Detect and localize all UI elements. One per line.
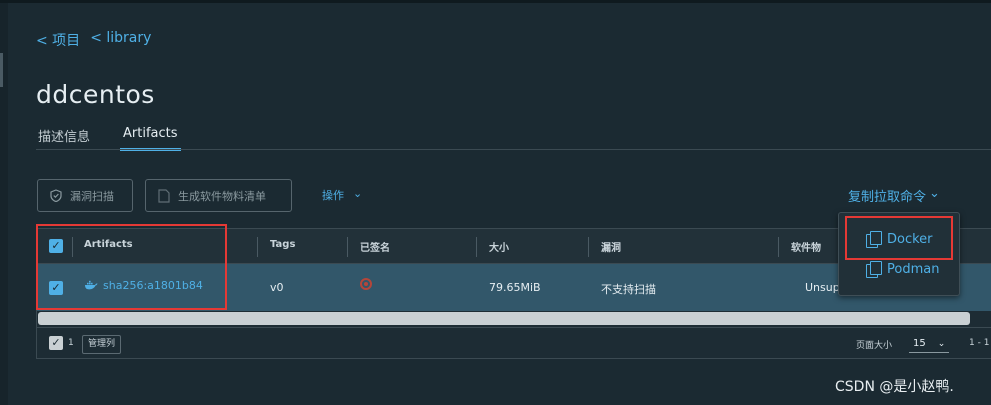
breadcrumb: < 项目 < library <box>36 30 151 50</box>
left-rail <box>0 3 8 405</box>
column-separator[interactable] <box>476 237 477 257</box>
shield-icon <box>50 189 62 202</box>
column-header-vulnerabilities[interactable]: 漏洞 <box>601 239 621 254</box>
generate-sbom-label: 生成软件物料清单 <box>178 189 266 203</box>
column-separator[interactable] <box>588 237 589 257</box>
menu-item-podman[interactable]: Podman <box>866 261 940 278</box>
document-icon <box>158 188 170 203</box>
scan-button[interactable]: 漏洞扫描 <box>37 179 133 212</box>
tab-artifacts[interactable]: Artifacts <box>120 126 181 151</box>
watermark: CSDN @是小赵鸭. <box>835 379 954 395</box>
page-title: ddcentos <box>36 80 155 109</box>
generate-sbom-button[interactable]: 生成软件物料清单 <box>145 179 292 212</box>
column-header-size[interactable]: 大小 <box>489 239 509 254</box>
manage-columns-button[interactable]: 管理列 <box>82 335 122 354</box>
rail-handle[interactable] <box>0 53 3 87</box>
selected-count: 1 <box>68 338 74 348</box>
copy-pull-command-label: 复制拉取命令 <box>848 190 927 205</box>
chevron-down-icon: ⌄ <box>929 186 940 201</box>
copy-icon <box>866 261 882 278</box>
page-size-label: 页面大小 <box>856 341 893 351</box>
column-header-sbom[interactable]: 软件物 <box>791 239 821 254</box>
column-header-signed[interactable]: 已签名 <box>360 239 390 254</box>
chevron-down-icon: ⌄ <box>937 338 946 349</box>
chevron-down-icon: ⌄ <box>353 187 363 200</box>
tab-bar: 描述信息 Artifacts <box>36 126 181 151</box>
tabs-divider <box>36 149 991 150</box>
size-cell: 79.65MiB <box>489 281 541 294</box>
tab-description[interactable]: 描述信息 <box>36 126 92 151</box>
scan-button-label: 漏洞扫描 <box>70 189 114 203</box>
unsigned-status-icon <box>360 278 372 290</box>
vulnerabilities-cell: 不支持扫描 <box>601 283 656 296</box>
page-size-value: 15 <box>913 338 926 349</box>
table-footer: ✓ 1 管理列 页面大小 15 ⌄ 1 - 1 <box>37 327 991 359</box>
column-separator[interactable] <box>778 237 779 257</box>
actions-dropdown[interactable]: 操作 ⌄ <box>322 187 362 203</box>
breadcrumb-projects-link[interactable]: < 项目 <box>36 30 80 50</box>
top-bar <box>0 0 991 3</box>
column-separator[interactable] <box>347 237 348 257</box>
selection-checkbox[interactable]: ✓ <box>49 336 63 350</box>
pagination-range: 1 - 1 <box>969 338 990 348</box>
highlight-box-artifacts <box>36 224 227 310</box>
page-size-select[interactable]: 15 ⌄ <box>909 335 949 353</box>
column-separator[interactable] <box>257 237 258 257</box>
horizontal-scrollbar[interactable] <box>38 312 970 325</box>
highlight-box-docker <box>845 216 953 260</box>
tags-cell: v0 <box>270 281 284 294</box>
sbom-cell: Unsup <box>805 281 840 294</box>
menu-item-podman-label: Podman <box>887 261 940 277</box>
actions-label: 操作 <box>322 189 344 202</box>
breadcrumb-library-link[interactable]: < library <box>90 30 151 50</box>
copy-pull-command-dropdown[interactable]: 复制拉取命令 ⌄ <box>848 186 940 205</box>
column-header-tags[interactable]: Tags <box>270 239 295 250</box>
